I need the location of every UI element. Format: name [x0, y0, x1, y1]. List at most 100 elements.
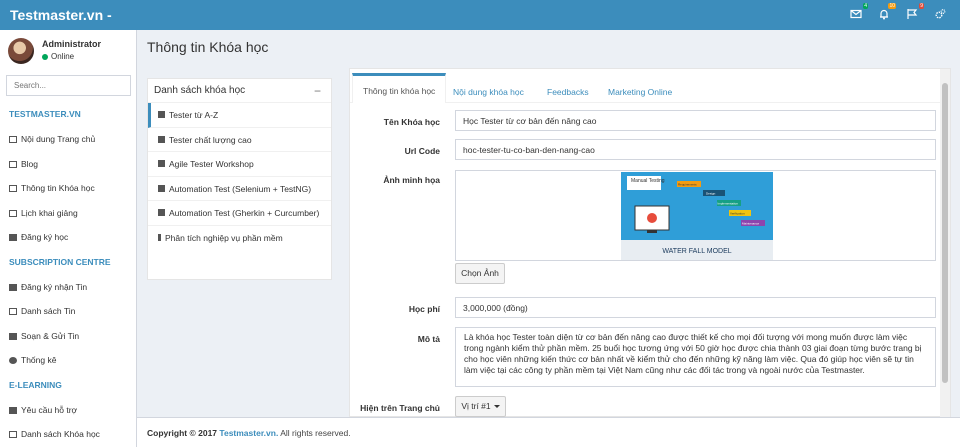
sidebar-item-label: Soạn & Gửi Tin: [21, 330, 80, 341]
folder-icon: [9, 234, 17, 241]
avatar: [8, 38, 34, 64]
description-label: Mô tả: [417, 334, 440, 344]
sidebar-item-label: Thống kê: [21, 355, 57, 365]
navbar-icons: 4 10 9: [850, 3, 946, 20]
course-item[interactable]: Automation Test (Gherkin + Curcumber): [148, 201, 331, 226]
waterfall-step-3: Implementation: [718, 202, 739, 206]
waterfall-step-1: Requirements: [678, 183, 697, 187]
sidebar-item-course-info[interactable]: Thông tin Khóa học: [0, 176, 136, 201]
fee-label: Học phí: [408, 304, 440, 314]
sidebar: Administrator Online TESTMASTER.VN Nội d…: [0, 30, 137, 447]
footer: Copyright © 2017 Testmaster.vn. All righ…: [137, 417, 960, 447]
notifications-badge: 10: [888, 3, 896, 9]
course-name-input[interactable]: Học Tester từ cơ bản đến nâng cao: [455, 110, 936, 131]
messages-badge: 4: [863, 3, 868, 9]
book-icon: [158, 135, 165, 143]
sidebar-item-label: Thông tin Khóa học: [21, 183, 95, 193]
course-item-label: Tester chất lượng cao: [169, 134, 252, 145]
list-icon: [9, 308, 17, 315]
home-icon: [9, 136, 17, 143]
folder-icon: [9, 283, 17, 291]
course-item[interactable]: Phân tích nghiệp vụ phần mềm: [148, 226, 331, 251]
envelope-icon[interactable]: 4: [850, 3, 868, 20]
cube-icon: [158, 184, 165, 192]
user-status: Online: [42, 52, 74, 61]
sidebar-item-blog[interactable]: Blog: [0, 152, 136, 177]
course-item-label: Agile Tester Workshop: [169, 159, 254, 169]
section-header-testmaster: TESTMASTER.VN: [9, 109, 81, 119]
course-list-panel: Danh sách khóa học − Tester từ A-Z Teste…: [147, 78, 332, 280]
cube-icon: [158, 209, 165, 216]
list-icon: [9, 431, 17, 438]
image-caption: WATER FALL MODEL: [662, 248, 731, 255]
description-textarea[interactable]: Là khóa học Tester toàn diện từ cơ bản đ…: [455, 327, 936, 387]
tab-feedbacks[interactable]: Feedbacks: [547, 87, 589, 97]
course-tabs-box: Thông tin khóa học Nội dung khóa học Fee…: [349, 68, 951, 418]
tab-course-info[interactable]: Thông tin khóa học: [352, 73, 447, 103]
gears-icon[interactable]: [934, 8, 946, 20]
page-title: Thông tin Khóa học: [147, 39, 269, 55]
sidebar-item-compose[interactable]: Soạn & Gửi Tin: [0, 324, 136, 349]
section-header-elearning: E-LEARNING: [9, 379, 62, 390]
footer-copyright: Copyright © 2017: [147, 428, 218, 438]
sidebar-item-register[interactable]: Đăng ký học: [0, 225, 136, 250]
caret-down-icon: [493, 405, 500, 408]
sidebar-item-label: Danh sách Khóa học: [21, 429, 100, 439]
course-item[interactable]: Automation Test (Selenium + TestNG): [148, 177, 331, 201]
show-on-home-label: Hiện trên Trang chủ: [360, 403, 440, 413]
sidebar-item-label: Đăng ký nhận Tin: [21, 281, 88, 292]
choose-image-button[interactable]: Chọn Ảnh: [455, 263, 505, 284]
sidebar-item-home-content[interactable]: Nội dung Trang chủ: [0, 127, 136, 152]
scrollbar[interactable]: [940, 69, 950, 418]
course-list-title: Danh sách khóa học: [154, 85, 246, 96]
bell-icon[interactable]: 10: [878, 3, 896, 20]
image-preview-box: Manual Testing Requirements Design Imple…: [455, 170, 936, 261]
footer-site-link[interactable]: Testmaster.vn.: [219, 428, 278, 438]
url-code-input[interactable]: hoc-tester-tu-co-ban-den-nang-cao: [455, 139, 936, 160]
sidebar-search-input[interactable]: [6, 75, 131, 96]
user-status-text: Online: [51, 52, 75, 61]
flag-icon[interactable]: 9: [906, 3, 924, 20]
sidebar-item-label: Đăng ký học: [21, 232, 69, 242]
position-dropdown[interactable]: Vị trí #1: [455, 396, 506, 417]
envelope-icon: [9, 332, 17, 340]
online-dot-icon: [42, 54, 48, 60]
course-item[interactable]: Tester từ A-Z: [148, 103, 331, 128]
book-icon: [158, 111, 165, 118]
position-dropdown-value: Vị trí #1: [461, 401, 491, 411]
waterfall-model-image: Manual Testing Requirements Design Imple…: [621, 172, 773, 260]
sidebar-item-schedule[interactable]: Lịch khai giảng: [0, 201, 136, 226]
image-label: Ảnh minh họa: [383, 175, 440, 185]
image-top-label: Manual Testing: [631, 178, 665, 184]
brand-logo[interactable]: Testmaster.vn -: [10, 7, 112, 23]
user-name: Administrator: [42, 39, 102, 49]
course-list-header: Danh sách khóa học −: [148, 79, 331, 103]
pie-chart-icon: [9, 357, 17, 364]
folder-icon: [9, 406, 17, 414]
book-icon: [158, 160, 165, 167]
sidebar-item-label: Danh sách Tin: [21, 306, 76, 316]
calendar-icon: [9, 209, 17, 217]
fee-input[interactable]: 3,000,000 (đồng): [455, 297, 936, 318]
course-item-label: Automation Test (Selenium + TestNG): [169, 183, 312, 194]
sidebar-item-label: Blog: [21, 158, 39, 169]
sidebar-item-support[interactable]: Yêu cầu hỗ trợ: [0, 398, 136, 423]
course-item[interactable]: Tester chất lượng cao: [148, 128, 331, 152]
waterfall-step-4: Verification: [730, 212, 745, 216]
sidebar-item-label: Nội dung Trang chủ: [21, 134, 96, 144]
main-content: Thông tin Khóa học Danh sách khóa học − …: [137, 30, 960, 418]
sidebar-item-course-list[interactable]: Danh sách Khóa học: [0, 422, 136, 447]
course-item[interactable]: Agile Tester Workshop: [148, 152, 331, 177]
top-navbar: Testmaster.vn - 4 10 9: [0, 0, 960, 30]
tab-course-content[interactable]: Nội dung khóa học: [453, 87, 524, 97]
tab-marketing-online[interactable]: Marketing Online: [608, 87, 672, 97]
sidebar-item-subscribe[interactable]: Đăng ký nhận Tin: [0, 275, 136, 300]
course-item-label: Tester từ A-Z: [169, 110, 219, 120]
collapse-icon[interactable]: −: [314, 79, 321, 103]
sidebar-item-stats[interactable]: Thống kê: [0, 348, 136, 373]
url-code-label: Url Code: [404, 146, 440, 156]
section-header-subscription: SUBSCRIPTION CENTRE: [9, 256, 111, 267]
sidebar-item-news-list[interactable]: Danh sách Tin: [0, 299, 136, 324]
scrollbar-thumb[interactable]: [942, 83, 948, 383]
sidebar-item-label: Yêu cầu hỗ trợ: [21, 404, 78, 415]
